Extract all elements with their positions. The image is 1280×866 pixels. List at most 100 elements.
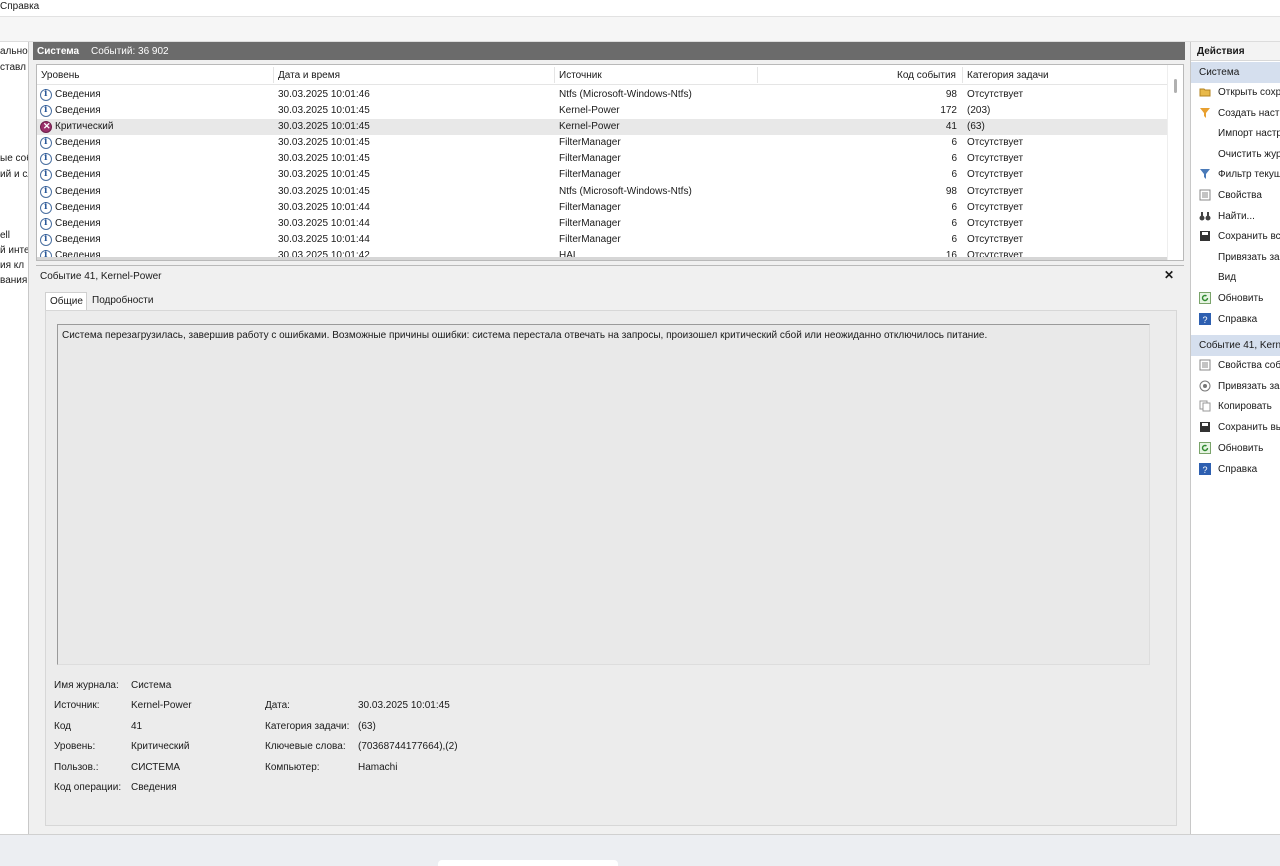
table-row[interactable]: Сведения 30.03.2025 10:01:45 FilterManager… [37, 167, 1167, 183]
action-item[interactable]: Очистить жур [1191, 145, 1280, 165]
column-level[interactable]: Уровень [41, 70, 80, 81]
column-source[interactable]: Источник [559, 70, 602, 81]
actions-pane: Действия Система Открыть сохр Создать нас… [1190, 42, 1280, 834]
prop-opcode: Сведения [131, 782, 177, 793]
table-row[interactable]: Критический 30.03.2025 10:01:45 Kernel-Pow… [37, 119, 1167, 136]
action-item[interactable]: Найти... [1191, 207, 1280, 227]
cell-source: FilterManager [559, 153, 621, 165]
action-item[interactable]: ? Справка [1191, 460, 1280, 480]
horizontal-scrollbar[interactable] [37, 257, 1167, 260]
action-item[interactable]: Свойства [1191, 186, 1280, 206]
info-icon [40, 169, 52, 182]
action-item[interactable]: Копировать [1191, 397, 1280, 417]
action-item[interactable]: Сохранить вс [1191, 227, 1280, 247]
prop-log-name: Система [131, 680, 172, 691]
prop-computer-label: Компьютер: [265, 762, 320, 773]
prop-task-label: Категория задачи: [265, 721, 350, 732]
table-row[interactable]: Сведения 30.03.2025 10:01:44 FilterManager… [37, 200, 1167, 216]
action-item[interactable]: Привязать за [1191, 248, 1280, 268]
tree-item[interactable]: ставл [0, 62, 26, 73]
cell-level: Сведения [55, 153, 101, 165]
cell-event-id: 98 [945, 89, 957, 100]
column-task-category[interactable]: Категория задачи [967, 70, 1049, 81]
action-item-label: Справка [1218, 313, 1258, 325]
tree-item[interactable]: ые соб [0, 153, 28, 164]
tree-item[interactable]: ий и сл [0, 169, 28, 180]
menu-help[interactable]: Справка [0, 1, 39, 12]
cell-datetime: 30.03.2025 10:01:44 [278, 217, 370, 229]
action-item[interactable]: Открыть сохр [1191, 83, 1280, 103]
cell-level: Сведения [55, 233, 101, 245]
prop-source: Kernel-Power [131, 700, 192, 711]
tree-item[interactable]: вания [0, 275, 27, 286]
actions-title-text: Действия [1197, 46, 1245, 57]
cell-source: FilterManager [559, 217, 621, 229]
info-icon [40, 217, 52, 230]
column-datetime[interactable]: Дата и время [278, 70, 340, 81]
tab-details[interactable]: Подробности [88, 292, 157, 310]
table-row[interactable]: Сведения 30.03.2025 10:01:45 FilterManager… [37, 135, 1167, 151]
refresh-icon [1199, 292, 1211, 304]
action-item-label: Привязать за [1218, 380, 1280, 392]
action-item[interactable]: Импорт настр [1191, 124, 1280, 144]
cell-category: (203) [967, 105, 991, 117]
tree-item[interactable]: ия кл [0, 260, 24, 271]
action-item[interactable]: Привязать за [1191, 377, 1280, 397]
cell-event-id: 6 [951, 201, 957, 213]
cell-datetime: 30.03.2025 10:01:45 [278, 105, 370, 117]
event-description: Система перезагрузилась, завершив работу… [62, 330, 988, 341]
action-item-label: Сохранить вы [1218, 422, 1280, 434]
event-description-box[interactable]: Система перезагрузилась, завершив работу… [57, 324, 1150, 665]
action-item-label: Справка [1218, 463, 1258, 475]
center-panel: Система Событий: 36 902 Уровень Дата и в… [33, 42, 1185, 832]
tree-item[interactable]: й инте [0, 245, 28, 256]
action-item[interactable]: Обновить [1191, 439, 1280, 459]
prop-source-label: Источник: [54, 700, 100, 711]
prop-code: 41 [131, 721, 143, 732]
action-item[interactable]: Фильтр текущ [1191, 165, 1280, 185]
cell-datetime: 30.03.2025 10:01:45 [278, 121, 370, 133]
events-table[interactable]: Уровень Дата и время Источник Код событи… [36, 64, 1184, 261]
actions-section-log[interactable]: Система [1191, 62, 1280, 83]
action-item[interactable]: Обновить [1191, 289, 1280, 309]
cell-level: Сведения [55, 201, 101, 213]
cell-source: FilterManager [559, 137, 621, 149]
log-header: Система Событий: 36 902 [33, 42, 1185, 60]
table-row[interactable]: Сведения 30.03.2025 10:01:45 FilterManager… [37, 151, 1167, 167]
cell-source: FilterManager [559, 233, 621, 245]
prop-keywords: (70368744177664),(2) [358, 741, 458, 752]
action-item[interactable]: Сохранить вы [1191, 418, 1280, 438]
table-row[interactable]: Сведения 30.03.2025 10:01:44 FilterManager… [37, 232, 1167, 248]
navigation-tree: ально ставл ые соб ий и сл ell й инте ия… [0, 42, 29, 834]
close-icon[interactable]: ✕ [1164, 268, 1174, 282]
tree-item[interactable]: ell [0, 230, 10, 241]
table-row[interactable]: Сведения 30.03.2025 10:01:45 Ntfs (Microso… [37, 184, 1167, 200]
table-row[interactable]: Сведения 30.03.2025 10:01:44 FilterManager… [37, 216, 1167, 232]
cell-event-id: 6 [951, 137, 957, 149]
column-event-id[interactable]: Код события [897, 70, 956, 81]
action-item[interactable]: ? Справка [1191, 310, 1280, 330]
info-icon [40, 137, 52, 150]
tree-item[interactable]: ально [0, 46, 28, 57]
cell-event-id: 6 [951, 169, 957, 181]
event-detail-pane: Событие 41, Kernel-Power ✕ Общие Подробн… [36, 265, 1184, 830]
help-icon: ? [1199, 462, 1211, 475]
table-row[interactable]: Сведения 30.03.2025 10:01:45 Kernel-Power 1… [37, 103, 1167, 119]
info-icon [40, 233, 52, 246]
action-item-label: Фильтр текущ [1218, 169, 1280, 181]
filter-icon [1199, 168, 1211, 180]
action-item-label: Сохранить вс [1218, 231, 1280, 243]
table-row[interactable]: Сведения 30.03.2025 10:01:46 Ntfs (Microso… [37, 87, 1167, 103]
tab-general[interactable]: Общие [45, 292, 87, 310]
cell-datetime: 30.03.2025 10:01:45 [278, 185, 370, 197]
action-item-label: Обновить [1218, 442, 1264, 454]
action-item[interactable]: Вид [1191, 268, 1280, 288]
cell-source: Kernel-Power [559, 121, 620, 133]
prop-code-label: Код [54, 721, 72, 732]
action-item[interactable]: Создать наст [1191, 104, 1280, 124]
vertical-scrollbar[interactable] [1167, 65, 1183, 260]
action-item[interactable]: Свойства соб [1191, 356, 1280, 376]
action-item-label: Свойства [1218, 190, 1262, 201]
actions-section-event[interactable]: Событие 41, Kerne [1191, 335, 1280, 356]
taskbar-search[interactable] [438, 860, 618, 866]
